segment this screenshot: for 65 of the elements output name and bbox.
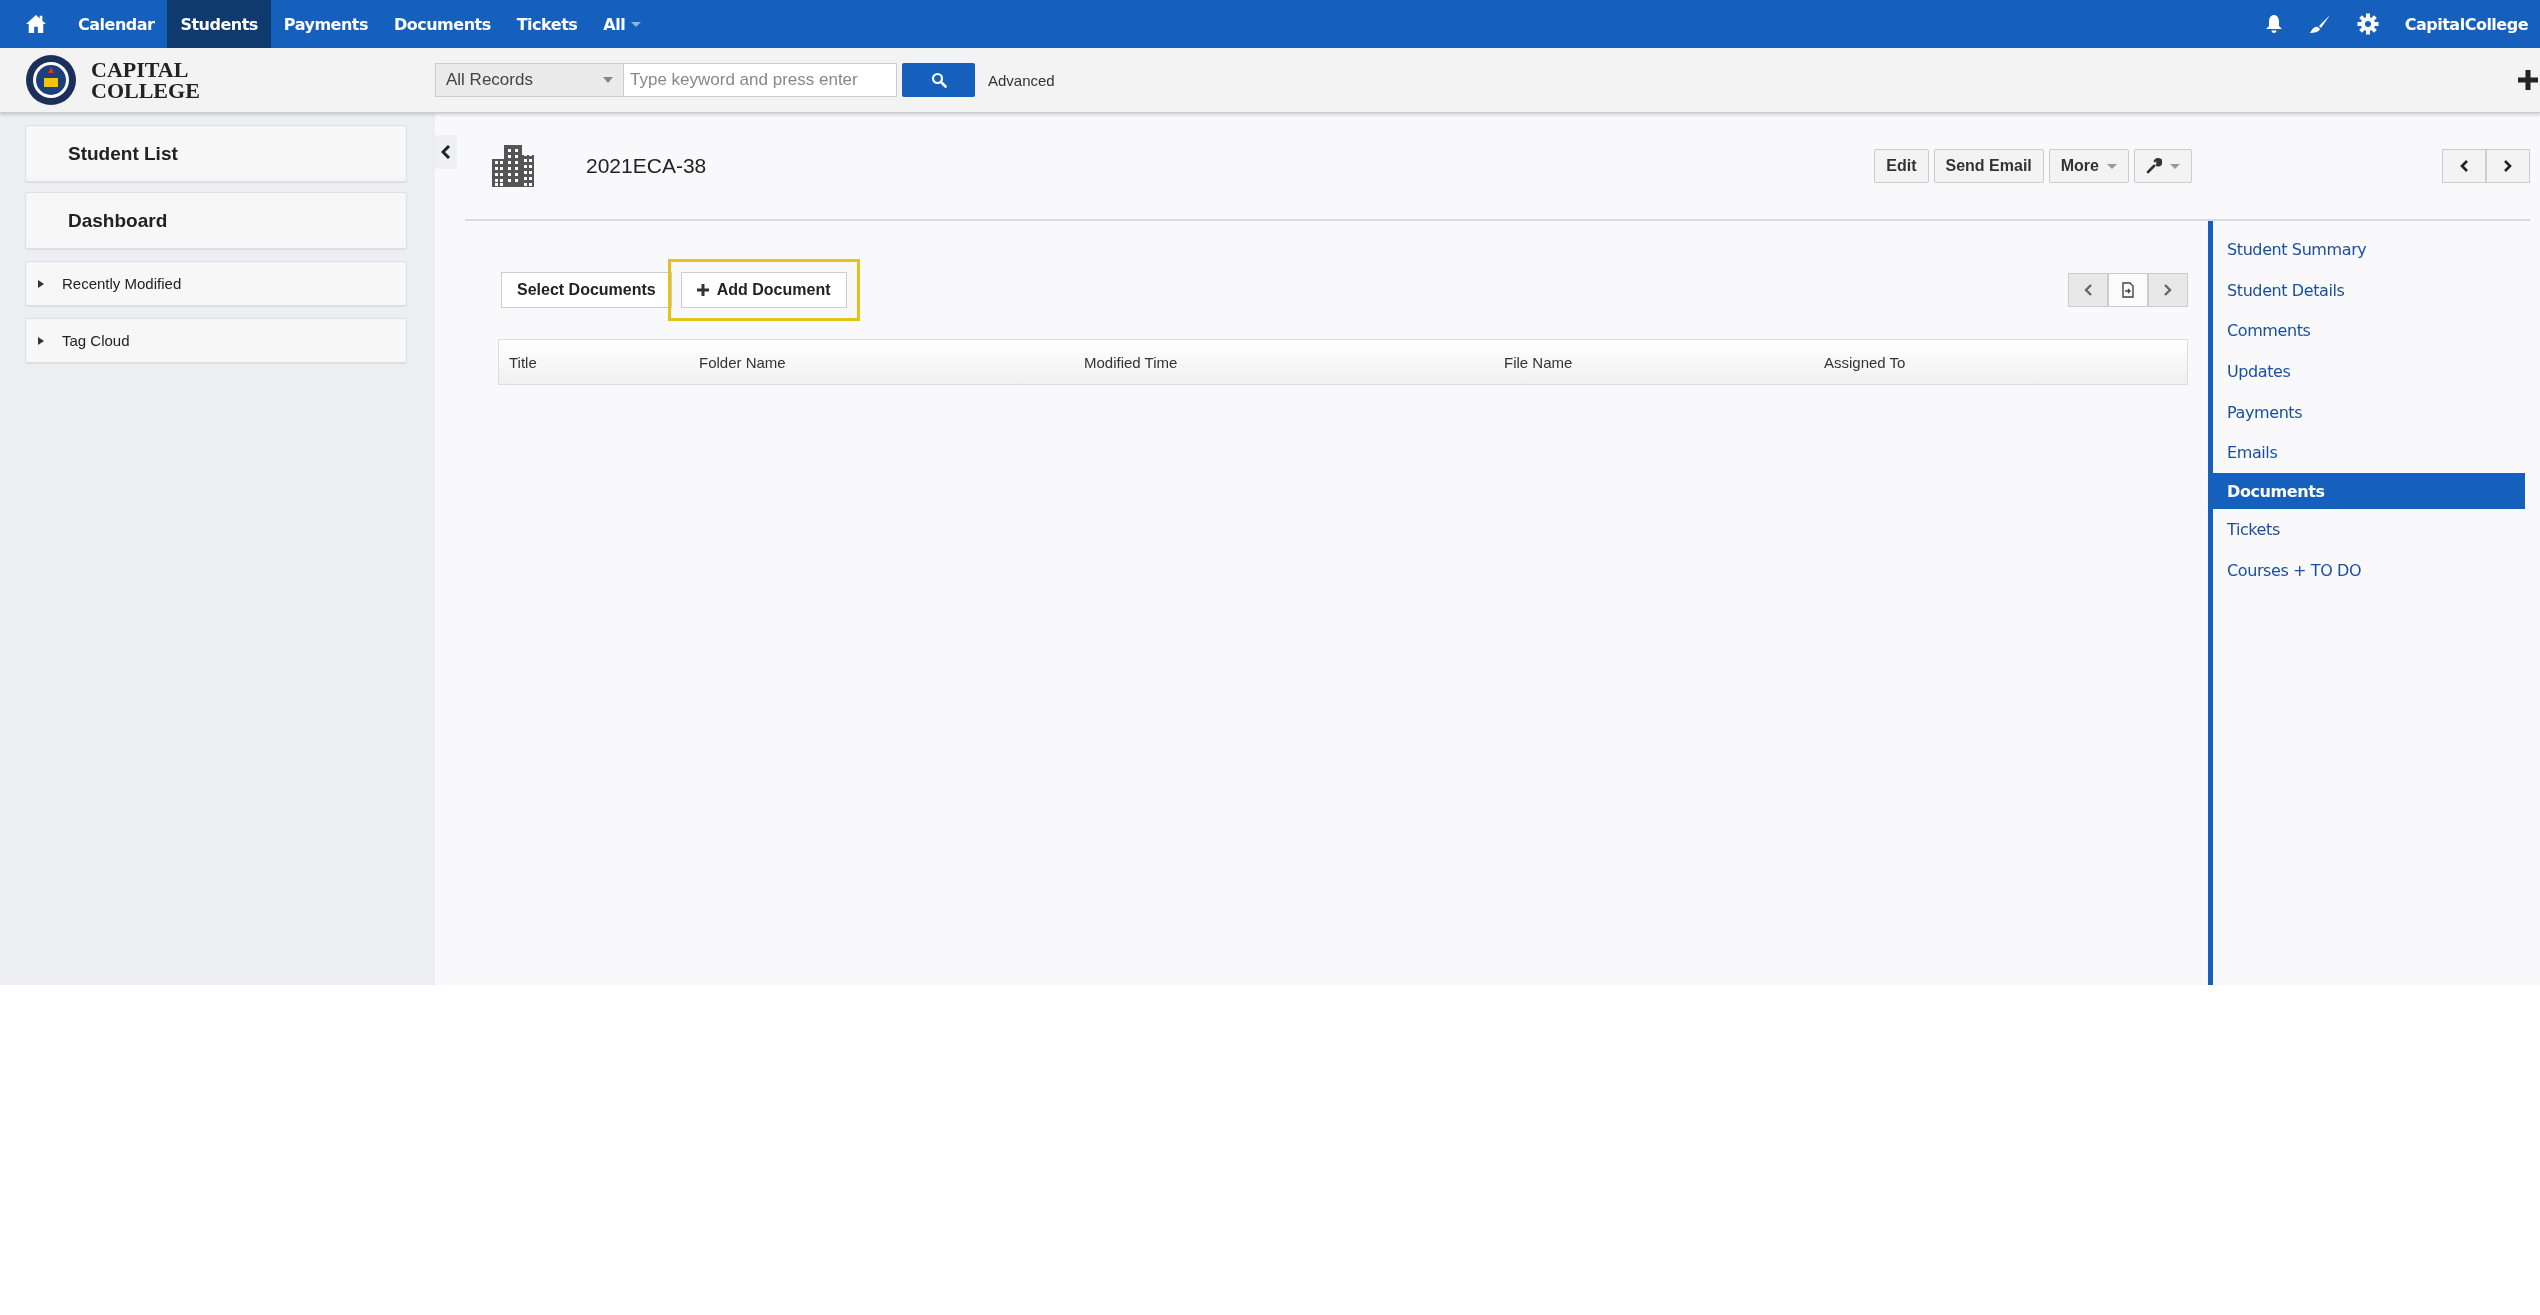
column-header[interactable]: Title — [509, 353, 699, 371]
file-arrow-icon — [2121, 282, 2135, 298]
related-list-item[interactable]: Payments — [2213, 391, 2525, 433]
column-header[interactable]: Assigned To — [1824, 353, 1906, 371]
advanced-search-link[interactable]: Advanced — [988, 71, 1055, 89]
column-header[interactable]: File Name — [1504, 353, 1824, 371]
caret-icon — [603, 77, 613, 83]
previous-record-button[interactable] — [2442, 149, 2486, 183]
home-icon[interactable] — [25, 14, 47, 34]
related-list-item[interactable]: Documents — [2213, 473, 2525, 510]
related-list-item[interactable]: Tickets — [2213, 509, 2525, 550]
related-list-item[interactable]: Updates — [2213, 351, 2525, 392]
college-seal-icon — [25, 54, 77, 106]
chevron-left-icon — [2459, 159, 2469, 173]
select-documents-button[interactable]: Select Documents — [501, 272, 672, 308]
plus-icon — [696, 284, 709, 296]
building-icon — [490, 145, 536, 187]
chevron-left-icon — [441, 145, 451, 159]
caret-icon — [2170, 163, 2180, 169]
caret-icon — [2107, 163, 2117, 169]
related-list-item[interactable]: Student Details — [2213, 269, 2525, 311]
chevron-right-icon — [2503, 159, 2513, 173]
related-list-item[interactable]: Student Summary — [2213, 229, 2525, 270]
plus-icon[interactable] — [2518, 70, 2538, 90]
search-field[interactable]: Type keyword and press enter — [623, 63, 897, 97]
sidebar-section[interactable]: Recently Modified — [25, 261, 407, 306]
record-type-dropdown[interactable]: All Records — [435, 63, 623, 97]
caret-icon — [631, 21, 642, 27]
nav-tab[interactable]: Students — [167, 0, 271, 48]
related-list-item[interactable]: Emails — [2213, 432, 2525, 474]
nav-tab[interactable]: All — [590, 0, 655, 48]
sidebar-link[interactable]: Student List — [25, 125, 407, 182]
action-button[interactable]: Edit — [1874, 149, 1929, 183]
related-list-item[interactable]: Courses + TO DO — [2213, 549, 2525, 591]
tools-dropdown-button[interactable] — [2134, 149, 2192, 183]
collapse-sidebar-button[interactable] — [435, 135, 457, 169]
action-button[interactable]: More — [2048, 149, 2129, 183]
add-document-button[interactable]: Add Document — [680, 272, 847, 308]
sidebar-section[interactable]: Tag Cloud — [25, 318, 407, 363]
related-list-item[interactable]: Comments — [2213, 310, 2525, 352]
record-title: 2021ECA-38 — [586, 154, 707, 178]
expand-arrow-icon — [38, 279, 44, 288]
user-name[interactable]: CapitalCollege — [2404, 14, 2528, 34]
next-page-button[interactable] — [2148, 273, 2188, 307]
nav-tab[interactable]: Documents — [380, 0, 504, 48]
export-file-button[interactable] — [2108, 273, 2148, 307]
bell-icon[interactable] — [2264, 14, 2283, 34]
action-button[interactable]: Send Email — [1933, 149, 2044, 183]
column-header[interactable]: Modified Time — [1084, 353, 1504, 371]
chevron-left-icon — [2083, 283, 2093, 297]
previous-page-button[interactable] — [2068, 273, 2108, 307]
nav-tab[interactable]: Tickets — [503, 0, 591, 48]
column-header[interactable]: Folder Name — [699, 353, 1084, 371]
chevron-right-icon — [2163, 283, 2173, 297]
wrench-icon — [2146, 158, 2162, 174]
search-icon — [930, 72, 947, 88]
settings-icon[interactable] — [2356, 13, 2379, 35]
sidebar-link[interactable]: Dashboard — [25, 192, 407, 249]
college-name: COLLEGE — [91, 80, 200, 101]
search-button[interactable] — [902, 63, 975, 97]
nav-tab[interactable]: Payments — [270, 0, 381, 48]
college-name: CAPITAL — [91, 59, 190, 80]
nav-tab[interactable]: Calendar — [65, 0, 168, 48]
next-record-button[interactable] — [2486, 149, 2530, 183]
expand-arrow-icon — [38, 336, 44, 345]
